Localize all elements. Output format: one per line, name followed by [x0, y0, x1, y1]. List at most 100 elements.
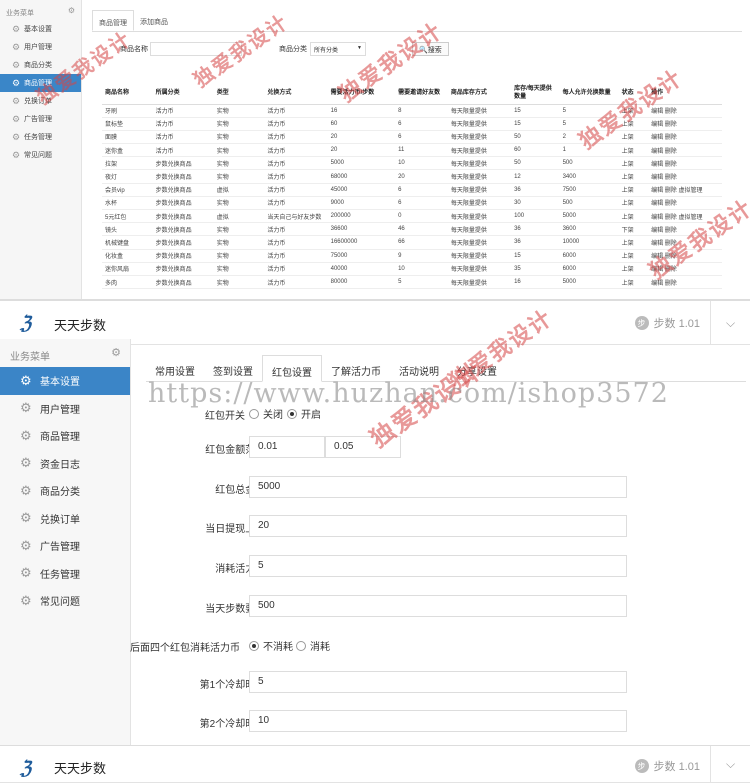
table-cell: 每天限量提供: [447, 209, 512, 224]
product-name-input[interactable]: [150, 42, 242, 56]
gear-icon: ⚙: [20, 537, 32, 553]
range-max-input[interactable]: 0.05: [325, 436, 401, 458]
table-cell: 46: [395, 222, 448, 237]
gear-icon: ⚙: [12, 95, 21, 106]
tab-add-product[interactable]: 添加商品: [134, 10, 174, 31]
category-select[interactable]: 所有分类 ▼: [310, 42, 366, 56]
sidebar-item-faq[interactable]: ⚙ 常见问题: [0, 587, 130, 615]
sidebar-item-products[interactable]: ⚙ 商品管理: [0, 422, 130, 450]
sidebar-item-users[interactable]: ⚙ 用户管理: [0, 395, 130, 423]
table-cell: 10: [395, 156, 448, 171]
row-actions[interactable]: 编辑 删除: [648, 196, 722, 211]
column-header: 所属分类: [152, 82, 214, 105]
radio-on[interactable]: 开启: [287, 406, 321, 421]
app-logo: ℨ: [20, 313, 32, 334]
sidebar-item-ads[interactable]: ⚙ 广告管理: [0, 532, 130, 560]
row-actions[interactable]: 编辑 删除 虚拟管理: [648, 209, 722, 224]
row-actions[interactable]: 编辑 删除: [648, 262, 722, 276]
table-cell: 16: [327, 104, 396, 118]
table-cell: 5: [395, 275, 448, 290]
radio-on-label: 开启: [301, 410, 321, 421]
cooldown2-input[interactable]: 10: [249, 710, 627, 732]
row-actions[interactable]: 编辑 删除: [648, 130, 722, 145]
table-cell: 上架: [618, 117, 649, 131]
total-input[interactable]: 5000: [249, 476, 627, 498]
shot1-sidebar-item-faq[interactable]: ⚙ 常见问题: [0, 146, 81, 164]
shot1-sidebar-item-tasks[interactable]: ⚙ 任务管理: [0, 128, 81, 146]
radio-off[interactable]: 关闭: [249, 406, 283, 421]
shot1-sidebar-item-orders[interactable]: ⚙ 兑换订单: [0, 92, 81, 110]
table-cell: 活力币: [152, 143, 214, 158]
radio-no-cost[interactable]: 不消耗: [249, 638, 293, 653]
table-cell: 上架: [618, 196, 649, 211]
shot1-sidebar-item-ads[interactable]: ⚙ 广告管理: [0, 110, 81, 128]
radio-cost[interactable]: 消耗: [296, 638, 330, 653]
cooldown1-input[interactable]: 5: [249, 671, 627, 693]
version-icon: 步: [634, 316, 649, 330]
table-cell: 活力币: [152, 130, 214, 145]
table-cell: 步数兑换商品: [152, 235, 214, 250]
row-actions[interactable]: 编辑 删除: [648, 169, 722, 184]
table-row: 多肉 步数兑换商品 实物 活力币 80000 5 每天限量提供 16 5000 上架 编辑 删除: [102, 275, 722, 290]
gear-icon[interactable]: ⚙: [68, 6, 75, 15]
range-row: 红包金额范围: 0.01 0.05: [131, 436, 750, 458]
tab-redpacket-settings[interactable]: 红包设置: [262, 355, 322, 382]
table-cell: 实物: [213, 169, 265, 184]
row-actions[interactable]: 编辑 删除: [648, 143, 722, 158]
row-actions[interactable]: 编辑 删除: [648, 235, 722, 250]
table-cell: 实物: [213, 235, 265, 250]
row-actions[interactable]: 编辑 删除 虚拟管理: [648, 183, 722, 197]
table-cell: 实物: [213, 156, 265, 171]
search-button[interactable]: 🔍搜索: [412, 42, 449, 56]
tab-share-settings[interactable]: 分享设置: [448, 355, 506, 382]
row-actions[interactable]: 编辑 删除: [648, 275, 722, 290]
row-actions[interactable]: 编辑 删除: [648, 156, 722, 171]
cost-input[interactable]: 5: [249, 555, 627, 577]
table-cell: 每天限量提供: [447, 222, 512, 237]
tab-product-management[interactable]: 商品管理: [92, 10, 134, 31]
table-cell: 200000: [327, 209, 396, 224]
table-cell: 500: [559, 196, 619, 211]
table-cell: 步数兑换商品: [152, 196, 214, 211]
gear-icon[interactable]: ⚙: [111, 346, 121, 359]
sidebar-item-orders[interactable]: ⚙ 兑换订单: [0, 505, 130, 533]
table-row: 牙刷 活力币 实物 活力币 16 8 每天限量提供 15 5 上架 编辑 删除: [102, 104, 722, 118]
table-cell: 活力币: [264, 130, 328, 145]
row-actions[interactable]: 编辑 删除: [648, 117, 722, 131]
gear-icon: ⚙: [12, 77, 21, 88]
shot1-sidebar-item-products[interactable]: ⚙ 商品管理: [0, 74, 81, 92]
tab-common-settings[interactable]: 常用设置: [146, 355, 204, 382]
row-actions[interactable]: 编辑 删除: [648, 249, 722, 263]
table-cell: 迷你盒: [102, 143, 153, 158]
tab-about-vitality[interactable]: 了解活力币: [322, 355, 390, 382]
cooldown2-row: 第2个冷却时间: 10: [131, 710, 750, 732]
sidebar-item-tasks[interactable]: ⚙ 任务管理: [0, 560, 130, 588]
sidebar-item-basic-settings[interactable]: ⚙ 基本设置: [0, 367, 130, 395]
shot1-sidebar-item-basic[interactable]: ⚙ 基本设置: [0, 20, 81, 38]
table-cell: 6: [395, 183, 448, 197]
app-title: 天天步数: [54, 761, 107, 776]
table-cell: 每天限量提供: [447, 143, 512, 158]
radio-circle-icon: [296, 640, 306, 651]
table-cell: 活力币: [264, 222, 328, 237]
sidebar-item-funds-log[interactable]: ⚙ 资金日志: [0, 450, 130, 478]
sidebar-item-categories[interactable]: ⚙ 商品分类: [0, 477, 130, 505]
shot1-sidebar-item-category[interactable]: ⚙ 商品分类: [0, 56, 81, 74]
daily-limit-input[interactable]: 20: [249, 515, 627, 537]
row-actions[interactable]: 编辑 删除: [648, 222, 722, 237]
sidebar-item-label: 商品管理: [24, 80, 52, 87]
range-min-input[interactable]: 0.01: [249, 436, 325, 458]
table-cell: 10: [395, 262, 448, 276]
tab-checkin-settings[interactable]: 签到设置: [204, 355, 262, 382]
steps-input[interactable]: 500: [249, 595, 627, 617]
chevron-down-icon[interactable]: ⌵: [710, 746, 750, 783]
shot1-sidebar-item-users[interactable]: ⚙ 用户管理: [0, 38, 81, 56]
table-cell: 活力币: [264, 249, 328, 263]
row-actions[interactable]: 编辑 删除: [648, 104, 722, 118]
table-cell: 40000: [327, 262, 396, 276]
table-cell: 实物: [213, 196, 265, 211]
table-cell: 12: [511, 169, 560, 184]
table-cell: 夜灯: [102, 169, 153, 184]
tab-activity-info[interactable]: 活动说明: [390, 355, 448, 382]
table-cell: 步数兑换商品: [152, 209, 214, 224]
